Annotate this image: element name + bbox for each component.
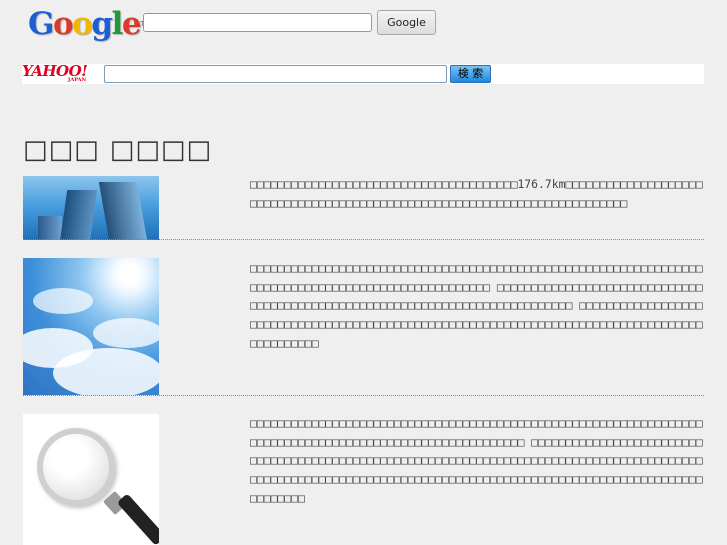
article-item: □□□□□□□□□□□□□□□□□□□□□□□□□□□□□□□□□□□□□□□□…	[23, 414, 704, 545]
sky-clouds-image	[23, 258, 159, 395]
article-text: □□□□□□□□□□□□□□□□□□□□□□□□□□□□□□□□□□□□□□□□…	[250, 416, 703, 505]
page: GoogleTM Google YAHOO! JAPAN 検 索 □□□ □□□…	[0, 0, 727, 545]
yahoo-search-button[interactable]: 検 索	[450, 65, 491, 83]
page-title: □□□ □□□□	[23, 135, 213, 165]
article-item: □□□□□□□□□□□□□□□□□□□□□□□□□□□□□□□□□□□□□□□1…	[23, 176, 704, 241]
article-text: □□□□□□□□□□□□□□□□□□□□□□□□□□□□□□□□□□□□□□□1…	[250, 177, 703, 210]
article-text: □□□□□□□□□□□□□□□□□□□□□□□□□□□□□□□□□□□□□□□□…	[250, 261, 703, 350]
article-divider	[23, 395, 704, 396]
yahoo-japan-logo[interactable]: YAHOO! JAPAN	[22, 64, 102, 84]
yahoo-logo-subtext: JAPAN	[68, 77, 87, 83]
google-logo[interactable]: GoogleTM	[28, 4, 150, 44]
google-search-bar: GoogleTM Google	[0, 0, 727, 52]
yahoo-search-input[interactable]	[104, 65, 447, 83]
yahoo-search-bar: YAHOO! JAPAN 検 索	[22, 64, 704, 84]
google-search-input[interactable]	[143, 13, 372, 32]
buildings-image	[23, 176, 159, 240]
google-search-button[interactable]: Google	[377, 10, 436, 35]
magnifying-glass-image	[23, 414, 159, 545]
article-item: □□□□□□□□□□□□□□□□□□□□□□□□□□□□□□□□□□□□□□□□…	[23, 258, 704, 396]
article-divider	[23, 239, 704, 240]
